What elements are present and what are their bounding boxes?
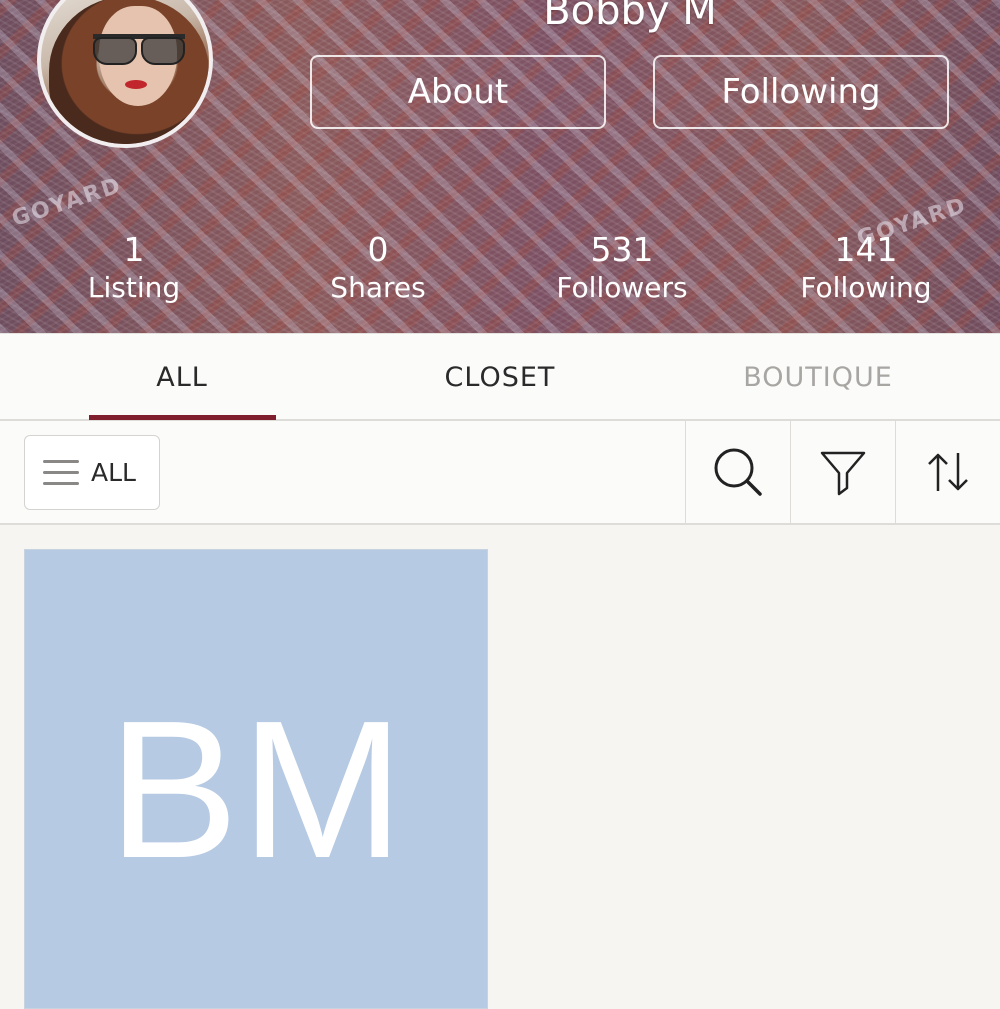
closet-tabs: ALL CLOSET BOUTIQUE <box>0 333 1000 421</box>
header-watermark: GOYARD <box>8 172 126 233</box>
profile-header: Bobby M About Following GOYARD GOYARD 1 … <box>0 0 1000 333</box>
search-icon <box>714 448 762 496</box>
category-filter-label: ALL <box>91 458 136 487</box>
stat-value: 531 <box>590 230 654 269</box>
hamburger-icon <box>43 459 79 486</box>
tab-all[interactable]: ALL <box>62 334 302 420</box>
profile-username: Bobby M <box>543 0 717 34</box>
stat-following[interactable]: 141 Following <box>766 230 966 306</box>
search-button[interactable] <box>685 421 790 523</box>
listing-toolbar: ALL <box>0 421 1000 525</box>
listing-monogram: BM <box>108 680 406 899</box>
avatar-sunglasses <box>93 34 185 65</box>
stat-value: 0 <box>367 230 389 269</box>
sort-icon <box>928 453 968 491</box>
about-button[interactable]: About <box>310 55 606 129</box>
sort-button[interactable] <box>895 421 1000 523</box>
stat-label: Following <box>800 271 932 304</box>
filter-icon <box>820 451 866 496</box>
stat-shares[interactable]: 0 Shares <box>278 230 478 306</box>
stat-listing[interactable]: 1 Listing <box>34 230 234 306</box>
stat-value: 141 <box>834 230 898 269</box>
stat-label: Listing <box>87 271 181 304</box>
category-filter-button[interactable]: ALL <box>24 435 160 510</box>
stat-label: Followers <box>556 271 688 304</box>
tab-boutique[interactable]: BOUTIQUE <box>698 334 938 420</box>
stat-followers[interactable]: 531 Followers <box>522 230 722 306</box>
active-tab-indicator <box>89 415 276 420</box>
filter-button[interactable] <box>790 421 895 523</box>
listing-card[interactable]: BM <box>24 549 488 1009</box>
stat-value: 1 <box>123 230 145 269</box>
profile-stats: 1 Listing 0 Shares 531 Followers 141 Fol… <box>0 230 1000 310</box>
avatar-lips <box>125 80 147 89</box>
stat-label: Shares <box>330 271 426 304</box>
tab-closet[interactable]: CLOSET <box>380 334 620 420</box>
avatar[interactable] <box>37 0 213 148</box>
following-button[interactable]: Following <box>653 55 949 129</box>
listing-grid: BM <box>0 527 1000 1009</box>
